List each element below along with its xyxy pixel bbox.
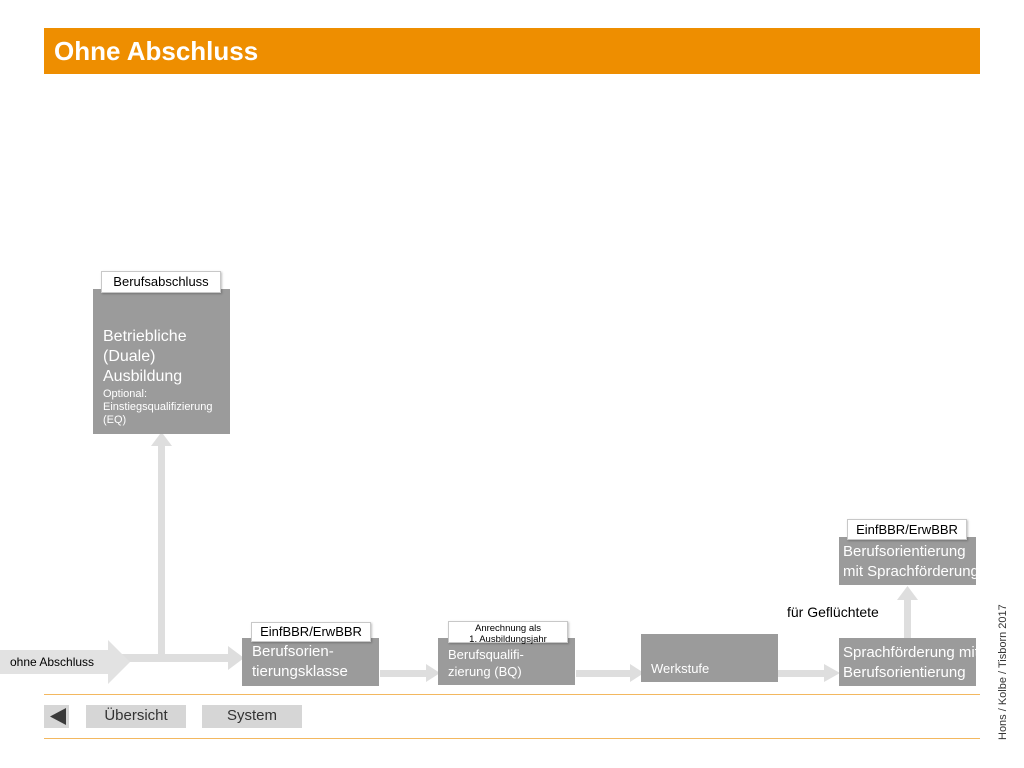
berufsorientierungsklasse-box[interactable]: Berufsorien- tierungsklasse xyxy=(242,638,379,686)
duale-note-line-1: Optional: xyxy=(103,388,148,400)
duale-note-line-3: (EQ) xyxy=(103,414,127,426)
duale-ausbildung-box[interactable]: Betriebliche (Duale) Ausbildung Optional… xyxy=(93,289,230,434)
duale-title-line-1: Betriebliche xyxy=(103,328,187,345)
bq-line-1: Berufsqualifi- xyxy=(448,647,524,662)
bo-sprach-line-2: mit Sprachförderung xyxy=(843,563,979,580)
sprach-line-2: Berufsorientierung xyxy=(843,664,966,681)
duale-title-line-2: (Duale) xyxy=(103,348,156,365)
arrow-werkstufe-to-sprach xyxy=(778,664,840,682)
duale-title-line-3: Ausbildung xyxy=(103,368,183,385)
back-button[interactable] xyxy=(44,705,69,728)
start-label: ohne Abschluss xyxy=(10,655,95,669)
sprach-line-1: Sprachförderung mit xyxy=(843,644,979,661)
arrow-up-to-duale xyxy=(151,432,172,656)
overview-button[interactable]: Übersicht xyxy=(86,705,186,728)
anrechnung-line-1: Anrechnung als xyxy=(474,623,542,634)
top-rule xyxy=(44,694,980,695)
refugee-label: für Geflüchtete xyxy=(787,604,879,620)
bq-line-2: zierung (BQ) xyxy=(448,664,522,679)
bo-sprach-einfbbr-tag: EinfBBR/ErwBBR xyxy=(847,519,967,540)
arrow-bok-to-bq xyxy=(380,664,440,682)
credit-text: Hons / Kolbe / Tisborn 2017 xyxy=(997,604,1009,740)
bok-einfbbr-tag: EinfBBR/ErwBBR xyxy=(251,622,371,642)
duale-note-line-2: Einstiegsqualifizierung xyxy=(103,401,213,413)
berufsorientierung-sprach-box[interactable]: Berufsorientierung mit Sprachförderung xyxy=(839,537,979,585)
werkstufe-box[interactable]: Werkstufe xyxy=(641,634,778,682)
anrechnung-tag: Anrechnung als 1. Ausbildungsjahr xyxy=(448,621,568,645)
berufsabschluss-tag: Berufsabschluss xyxy=(101,271,221,293)
berufsqualifizierung-box[interactable]: Berufsqualifi- zierung (BQ) xyxy=(438,638,575,685)
arrow-up-to-bo-sprach xyxy=(897,586,918,638)
bottom-rule xyxy=(44,738,980,739)
werkstufe-label: Werkstufe xyxy=(651,661,710,676)
triangle-left-icon xyxy=(50,708,66,725)
bok-line-1: Berufsorien- xyxy=(252,643,334,660)
system-button[interactable]: System xyxy=(202,705,302,728)
anrechnung-line-2: 1. Ausbildungsjahr xyxy=(469,634,547,645)
bo-sprach-line-1: Berufsorientierung xyxy=(843,543,966,560)
arrow-bq-to-werkstufe xyxy=(576,664,644,682)
bok-line-2: tierungsklasse xyxy=(252,663,348,680)
sprachfoerderung-box[interactable]: Sprachförderung mit Berufsorientierung xyxy=(839,638,979,686)
